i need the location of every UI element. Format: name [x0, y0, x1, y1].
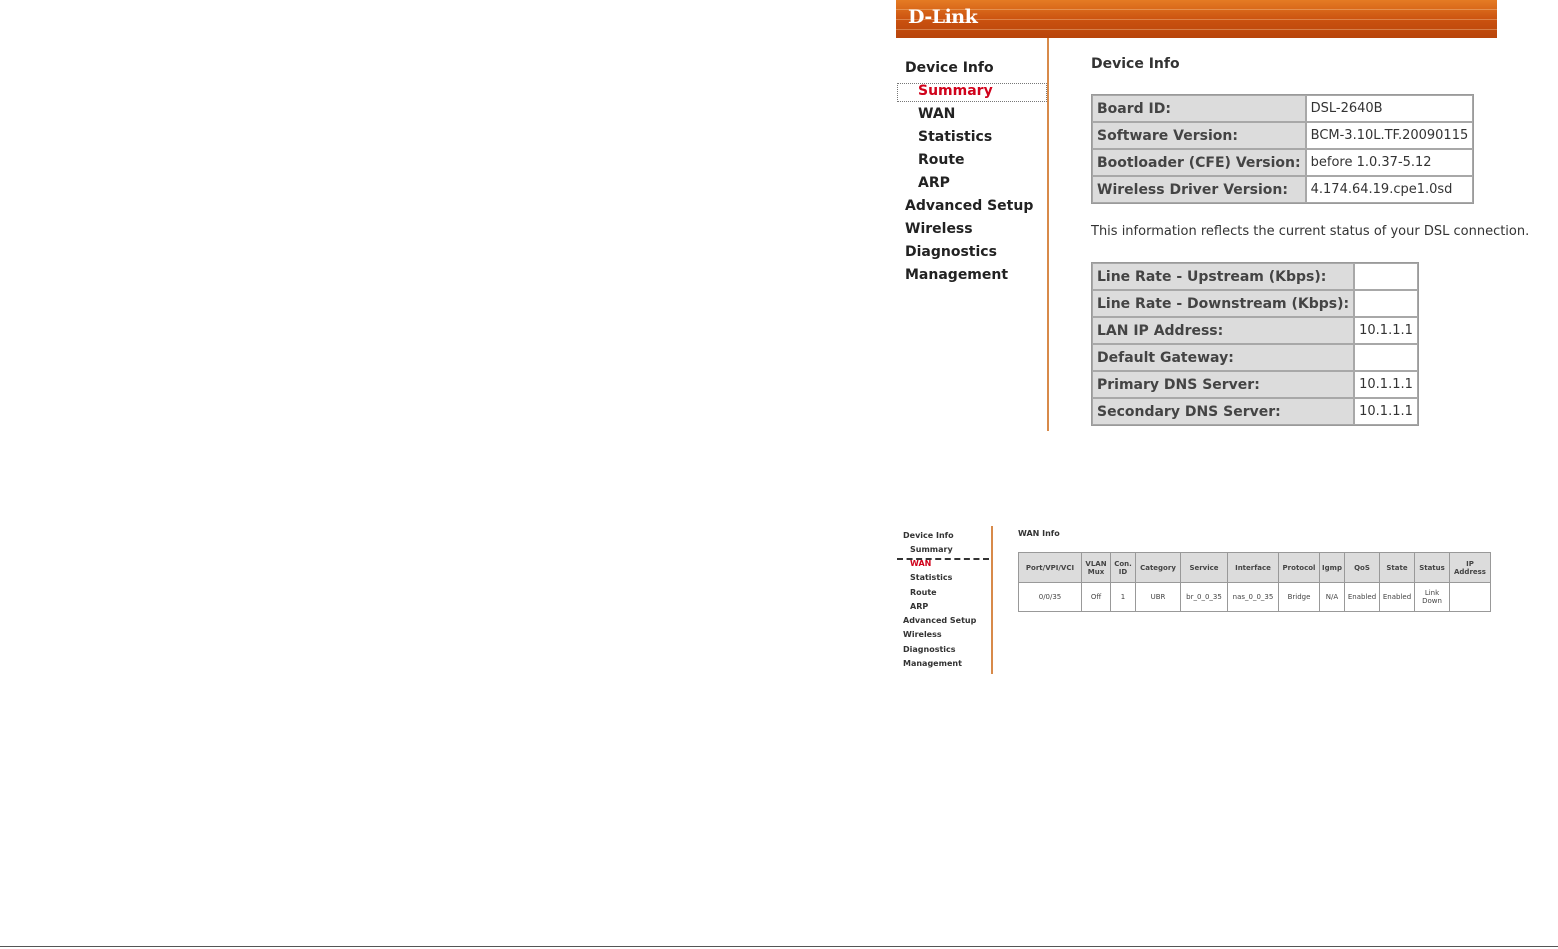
sidebar-item-wireless[interactable]: Wireless: [905, 221, 973, 237]
sidebar-item-summary[interactable]: Summary: [910, 545, 953, 554]
column-header: IP Address: [1449, 552, 1491, 583]
table-cell: Off: [1081, 582, 1111, 612]
sidebar-item-advanced-setup[interactable]: Advanced Setup: [905, 198, 1033, 214]
dlink-logo: D-Link: [908, 6, 978, 28]
row-label: Bootloader (CFE) Version:: [1092, 149, 1306, 176]
row-value: 10.1.1.1: [1354, 398, 1418, 425]
sidebar-item-summary[interactable]: Summary: [918, 83, 993, 99]
wan-info-title: WAN Info: [1018, 529, 1060, 538]
row-value: [1354, 263, 1418, 290]
sidebar-item-wireless[interactable]: Wireless: [903, 630, 942, 639]
device-info-row: Software Version: BCM-3.10L.TF.20090115: [1092, 122, 1474, 149]
device-info-row: Bootloader (CFE) Version: before 1.0.37-5…: [1092, 149, 1474, 176]
sidebar-item-diagnostics[interactable]: Diagnostics: [905, 244, 997, 260]
row-label: Default Gateway:: [1092, 344, 1355, 371]
device-info-table: Board ID: DSL-2640B Software Version: BCM-3…: [1091, 94, 1475, 204]
column-header: Status: [1414, 552, 1450, 583]
sidebar-item-wan[interactable]: WAN: [910, 559, 931, 568]
connection-status-table: Line Rate - Upstream (Kbps): Line Rate - …: [1091, 262, 1419, 426]
connection-status-row: Line Rate - Upstream (Kbps):: [1092, 263, 1418, 290]
column-header: Con. ID: [1110, 552, 1136, 583]
table-row: 0/0/35 Off 1 UBR br_0_0_35 nas_0_0_35 Bridge N/…: [1018, 582, 1491, 612]
sidebar-item-management[interactable]: Management: [905, 267, 1008, 283]
table-cell: nas_0_0_35: [1227, 582, 1279, 612]
sidebar-item-device-info[interactable]: Device Info: [905, 60, 994, 76]
row-value: before 1.0.37-5.12: [1305, 149, 1474, 176]
row-value: 10.1.1.1: [1354, 317, 1418, 344]
connection-status-row: LAN IP Address: 10.1.1.1: [1092, 317, 1418, 344]
connection-status-row: Secondary DNS Server: 10.1.1.1: [1092, 398, 1418, 425]
status-note: This information reflects the current st…: [1091, 224, 1530, 239]
row-value: 10.1.1.1: [1354, 371, 1418, 398]
table-cell: Link Down: [1414, 582, 1450, 612]
column-header: QoS: [1344, 552, 1380, 583]
row-value: [1354, 344, 1418, 371]
sidebar-item-statistics[interactable]: Statistics: [910, 573, 952, 582]
row-value: [1354, 290, 1418, 317]
sidebar-item-advanced-setup[interactable]: Advanced Setup: [903, 616, 976, 625]
device-info-screenshot: D-Link Device Info Summary WAN Statistics Ro…: [896, 0, 1529, 431]
column-header: State: [1379, 552, 1415, 583]
row-value: 4.174.64.19.cpe1.0sd: [1305, 176, 1474, 203]
dlink-banner: D-Link: [896, 0, 1497, 38]
table-cell: UBR: [1135, 582, 1181, 612]
table-cell: Enabled: [1344, 582, 1380, 612]
connection-status-row: Line Rate - Downstream (Kbps):: [1092, 290, 1418, 317]
column-header: Protocol: [1278, 552, 1320, 583]
sidebar-item-route[interactable]: Route: [918, 152, 965, 168]
table-cell: br_0_0_35: [1180, 582, 1228, 612]
column-header: Igmp: [1319, 552, 1345, 583]
sidebar-nav: Device Info Summary WAN Statistics Route ARP A…: [896, 38, 1049, 431]
device-info-row: Wireless Driver Version: 4.174.64.19.cpe1…: [1092, 176, 1474, 203]
wan-info-table: Port/VPI/VCI VLAN Mux Con. ID Category Servi…: [1018, 552, 1491, 612]
device-info-row: Board ID: DSL-2640B: [1092, 95, 1474, 122]
wan-info-screenshot: Device Info Summary WAN Statistics Route ARP A…: [896, 526, 1497, 674]
page-title: Device Info: [1091, 56, 1180, 72]
sidebar-item-management[interactable]: Management: [903, 659, 962, 668]
column-header: Category: [1135, 552, 1181, 583]
sidebar-item-wan[interactable]: WAN: [918, 106, 955, 122]
table-cell: Enabled: [1379, 582, 1415, 612]
sidebar-nav-small: Device Info Summary WAN Statistics Route ARP A…: [896, 526, 993, 674]
row-label: Primary DNS Server:: [1092, 371, 1355, 398]
row-label: Wireless Driver Version:: [1092, 176, 1306, 203]
connection-status-row: Default Gateway:: [1092, 344, 1418, 371]
sidebar-item-diagnostics[interactable]: Diagnostics: [903, 645, 956, 654]
table-cell: 1: [1110, 582, 1136, 612]
column-header: Service: [1180, 552, 1228, 583]
column-header: Interface: [1227, 552, 1279, 583]
row-label: Line Rate - Downstream (Kbps):: [1092, 290, 1355, 317]
sidebar-item-device-info[interactable]: Device Info: [903, 531, 954, 540]
sidebar-item-route[interactable]: Route: [910, 588, 937, 597]
row-label: Board ID:: [1092, 95, 1306, 122]
page-bottom-rule: [0, 946, 1558, 947]
row-label: Secondary DNS Server:: [1092, 398, 1355, 425]
column-header: Port/VPI/VCI: [1018, 552, 1082, 583]
row-value: BCM-3.10L.TF.20090115: [1305, 122, 1474, 149]
sidebar-item-arp[interactable]: ARP: [918, 175, 950, 191]
sidebar-item-statistics[interactable]: Statistics: [918, 129, 992, 145]
table-cell: [1449, 582, 1491, 612]
row-label: LAN IP Address:: [1092, 317, 1355, 344]
table-cell: Bridge: [1278, 582, 1320, 612]
connection-status-row: Primary DNS Server: 10.1.1.1: [1092, 371, 1418, 398]
row-value: DSL-2640B: [1305, 95, 1474, 122]
table-cell: N/A: [1319, 582, 1345, 612]
sidebar-item-arp[interactable]: ARP: [910, 602, 928, 611]
row-label: Line Rate - Upstream (Kbps):: [1092, 263, 1355, 290]
row-label: Software Version:: [1092, 122, 1306, 149]
table-cell: 0/0/35: [1018, 582, 1082, 612]
column-header: VLAN Mux: [1081, 552, 1111, 583]
